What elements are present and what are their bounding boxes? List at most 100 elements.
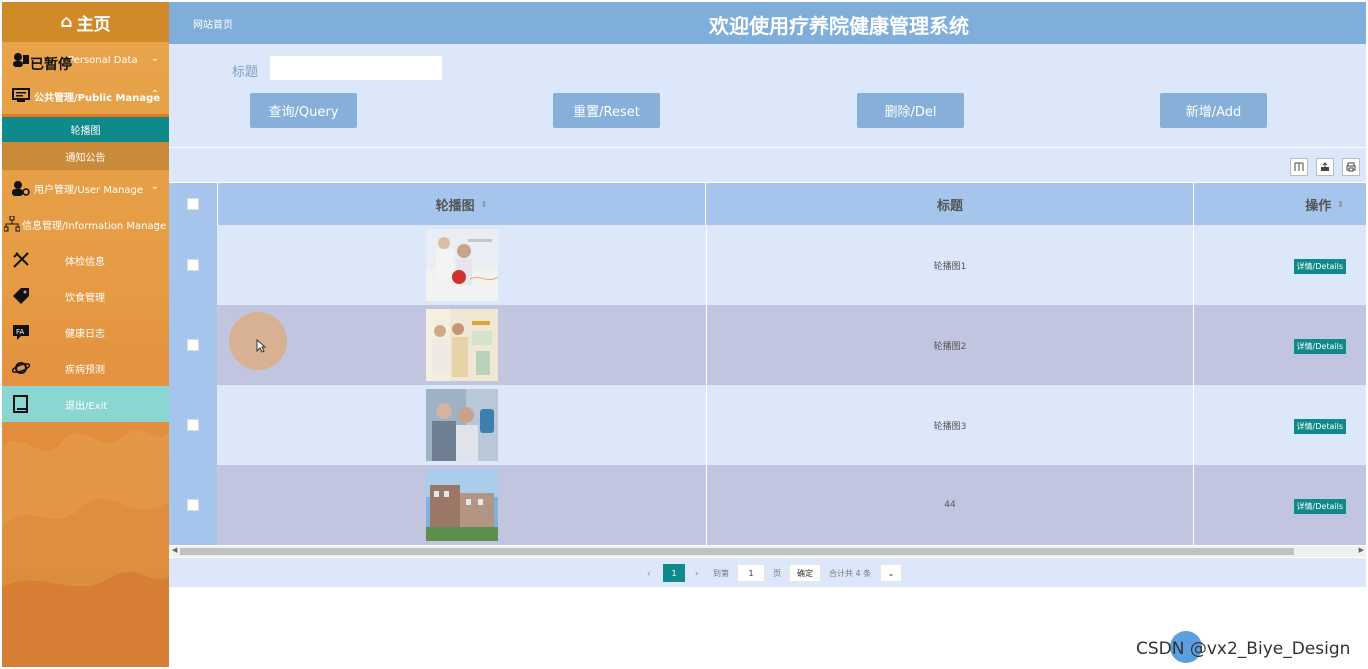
- sidebar-item-exit[interactable]: 退出/Exit: [2, 386, 169, 422]
- actions-cell: 详情/Details: [1194, 385, 1366, 465]
- title-search-input[interactable]: [269, 55, 443, 81]
- svg-text:FA: FA: [16, 328, 24, 336]
- sidebar-subitem-label: 退出/Exit: [65, 400, 108, 412]
- chevron-down-icon: ⌄: [150, 181, 159, 192]
- mountain-background: [2, 429, 169, 667]
- user-gear-icon: [10, 178, 32, 198]
- title-cell: 轮播图1: [933, 261, 967, 272]
- chevron-down-icon: ⌄: [152, 217, 161, 228]
- carousel-thumbnail: [425, 309, 498, 381]
- column-header-label: 轮播图: [435, 198, 475, 214]
- column-header-label: 标题: [936, 198, 963, 214]
- goto-suffix: 页: [773, 568, 781, 578]
- sidebar-subitem-health-log[interactable]: FA 健康日志: [2, 314, 169, 350]
- select-all-checkbox[interactable]: [187, 198, 199, 210]
- sidebar-item-personal-data[interactable]: Personal Data ⌄: [2, 42, 169, 78]
- reset-button[interactable]: 重置/Reset: [553, 93, 660, 128]
- select-all-cell: [169, 183, 217, 225]
- goto-page-input[interactable]: 1: [737, 564, 765, 582]
- sidebar-subitem-label: 疾病预测: [65, 364, 105, 376]
- carousel-thumbnail: [425, 229, 498, 301]
- horizontal-scrollbar[interactable]: ◀ ▶: [169, 546, 1366, 557]
- breadcrumb-home-link[interactable]: 网站首页: [193, 16, 233, 31]
- chevron-down-icon: ⌄: [150, 53, 159, 64]
- actions-cell: 详情/Details: [1194, 465, 1366, 545]
- sidebar-subitem-disease-prediction[interactable]: 疾病预测: [2, 350, 169, 386]
- title-cell: 轮播图2: [933, 341, 967, 352]
- column-header-label: 操作: [1305, 198, 1332, 214]
- sidebar-item-public-manage[interactable]: 公共管理/Public Manage ⌃: [2, 78, 169, 114]
- sidebar-subitem-label: 轮播图: [70, 126, 101, 137]
- home-icon: ⌂: [60, 12, 73, 32]
- actions-cell: 详情/Details: [1194, 305, 1366, 385]
- pagination: ‹ 1 › 到第 1 页 确定 合计共 4 条 ⌄: [169, 558, 1366, 587]
- search-panel: 标题 查询/Query 重置/Reset 删除/Del 新增/Add: [169, 44, 1366, 147]
- sidebar-item-label: 公共管理/Public Manage: [34, 92, 161, 104]
- column-header-title: 标题: [706, 183, 1194, 225]
- prev-page-icon[interactable]: ‹: [647, 564, 650, 582]
- scrollbar-thumb[interactable]: [180, 548, 1294, 555]
- details-button[interactable]: 详情/Details: [1293, 339, 1346, 354]
- row-checkbox-cell: [169, 305, 217, 385]
- row-checkbox[interactable]: [187, 419, 199, 431]
- next-page-icon[interactable]: ›: [695, 564, 698, 582]
- paused-overlay-text: 已暂停: [30, 57, 72, 73]
- sidebar-item-information-manage[interactable]: 信息管理/Information Manage ⌄: [2, 206, 169, 242]
- column-header-actions[interactable]: 操作 ⇕: [1194, 183, 1366, 225]
- scroll-right-icon[interactable]: ▶: [1359, 546, 1364, 554]
- export-icon[interactable]: [1316, 158, 1334, 176]
- sidebar-subitem-notice[interactable]: 通知公告: [2, 142, 169, 170]
- sidebar-item-label: Personal Data: [68, 54, 138, 66]
- carousel-thumbnail: [425, 469, 498, 541]
- goto-prefix: 到第: [713, 568, 729, 578]
- sidebar: ⌂ 主页 Personal Data ⌄ 已暂停 公共管理/Public Man…: [2, 2, 169, 667]
- goto-confirm-button[interactable]: 确定: [789, 564, 821, 582]
- table-toolbar: [169, 148, 1366, 182]
- details-button[interactable]: 详情/Details: [1293, 499, 1346, 514]
- query-button[interactable]: 查询/Query: [250, 93, 357, 128]
- table-row[interactable]: 轮播图1 详情/Details: [169, 225, 1366, 305]
- mouse-cursor-icon: [256, 339, 266, 353]
- sidebar-subitem-diet[interactable]: 饮食管理: [2, 278, 169, 314]
- chevron-down-icon: ⌄: [887, 568, 895, 578]
- table-header: 轮播图 ⇕ 标题 操作 ⇕: [169, 183, 1366, 225]
- row-checkbox[interactable]: [187, 339, 199, 351]
- row-checkbox[interactable]: [187, 259, 199, 271]
- current-page[interactable]: 1: [663, 564, 685, 582]
- details-button[interactable]: 详情/Details: [1293, 259, 1346, 274]
- delete-button[interactable]: 删除/Del: [857, 93, 964, 128]
- table-row[interactable]: 44 详情/Details: [169, 465, 1366, 545]
- home-link[interactable]: ⌂ 主页: [2, 2, 169, 42]
- row-checkbox-cell: [169, 385, 217, 465]
- table-row[interactable]: 轮播图3 详情/Details: [169, 385, 1366, 465]
- sidebar-subitem-carousel[interactable]: 轮播图: [2, 114, 169, 142]
- carousel-thumbnail: [425, 389, 498, 461]
- details-button[interactable]: 详情/Details: [1293, 419, 1346, 434]
- print-icon[interactable]: [1342, 158, 1360, 176]
- carousel-image-cell: [217, 465, 706, 545]
- monitor-icon: [10, 86, 32, 106]
- total-count: 合计共 4 条: [829, 568, 872, 578]
- sidebar-subitem-label: 体检信息: [65, 256, 105, 268]
- row-checkbox-cell: [169, 465, 217, 545]
- chevron-up-icon: ⌃: [150, 89, 159, 100]
- sidebar-item-user-manage[interactable]: 用户管理/User Manage ⌄: [2, 170, 169, 206]
- top-header: 网站首页 欢迎使用疗养院健康管理系统: [169, 2, 1366, 44]
- sort-icon[interactable]: ⇕: [481, 200, 488, 209]
- add-button[interactable]: 新增/Add: [1160, 93, 1267, 128]
- page-size-select[interactable]: ⌄: [880, 564, 902, 582]
- sidebar-subitem-checkup[interactable]: 体检信息: [2, 242, 169, 278]
- row-checkbox[interactable]: [187, 499, 199, 511]
- sort-icon[interactable]: ⇕: [1337, 200, 1344, 209]
- row-checkbox-cell: [169, 225, 217, 305]
- scroll-left-icon[interactable]: ◀: [172, 546, 177, 554]
- columns-icon[interactable]: [1290, 158, 1308, 176]
- sidebar-subitem-label: 通知公告: [65, 152, 106, 164]
- page-title: 欢迎使用疗养院健康管理系统: [709, 14, 969, 38]
- title-field-label: 标题: [232, 65, 259, 80]
- column-header-image[interactable]: 轮播图 ⇕: [217, 183, 706, 225]
- sidebar-item-label: 信息管理/Information Manage: [22, 220, 167, 232]
- actions-cell: 详情/Details: [1194, 225, 1366, 305]
- table-row[interactable]: 轮播图2 详情/Details: [169, 305, 1366, 385]
- title-cell: 44: [944, 500, 956, 510]
